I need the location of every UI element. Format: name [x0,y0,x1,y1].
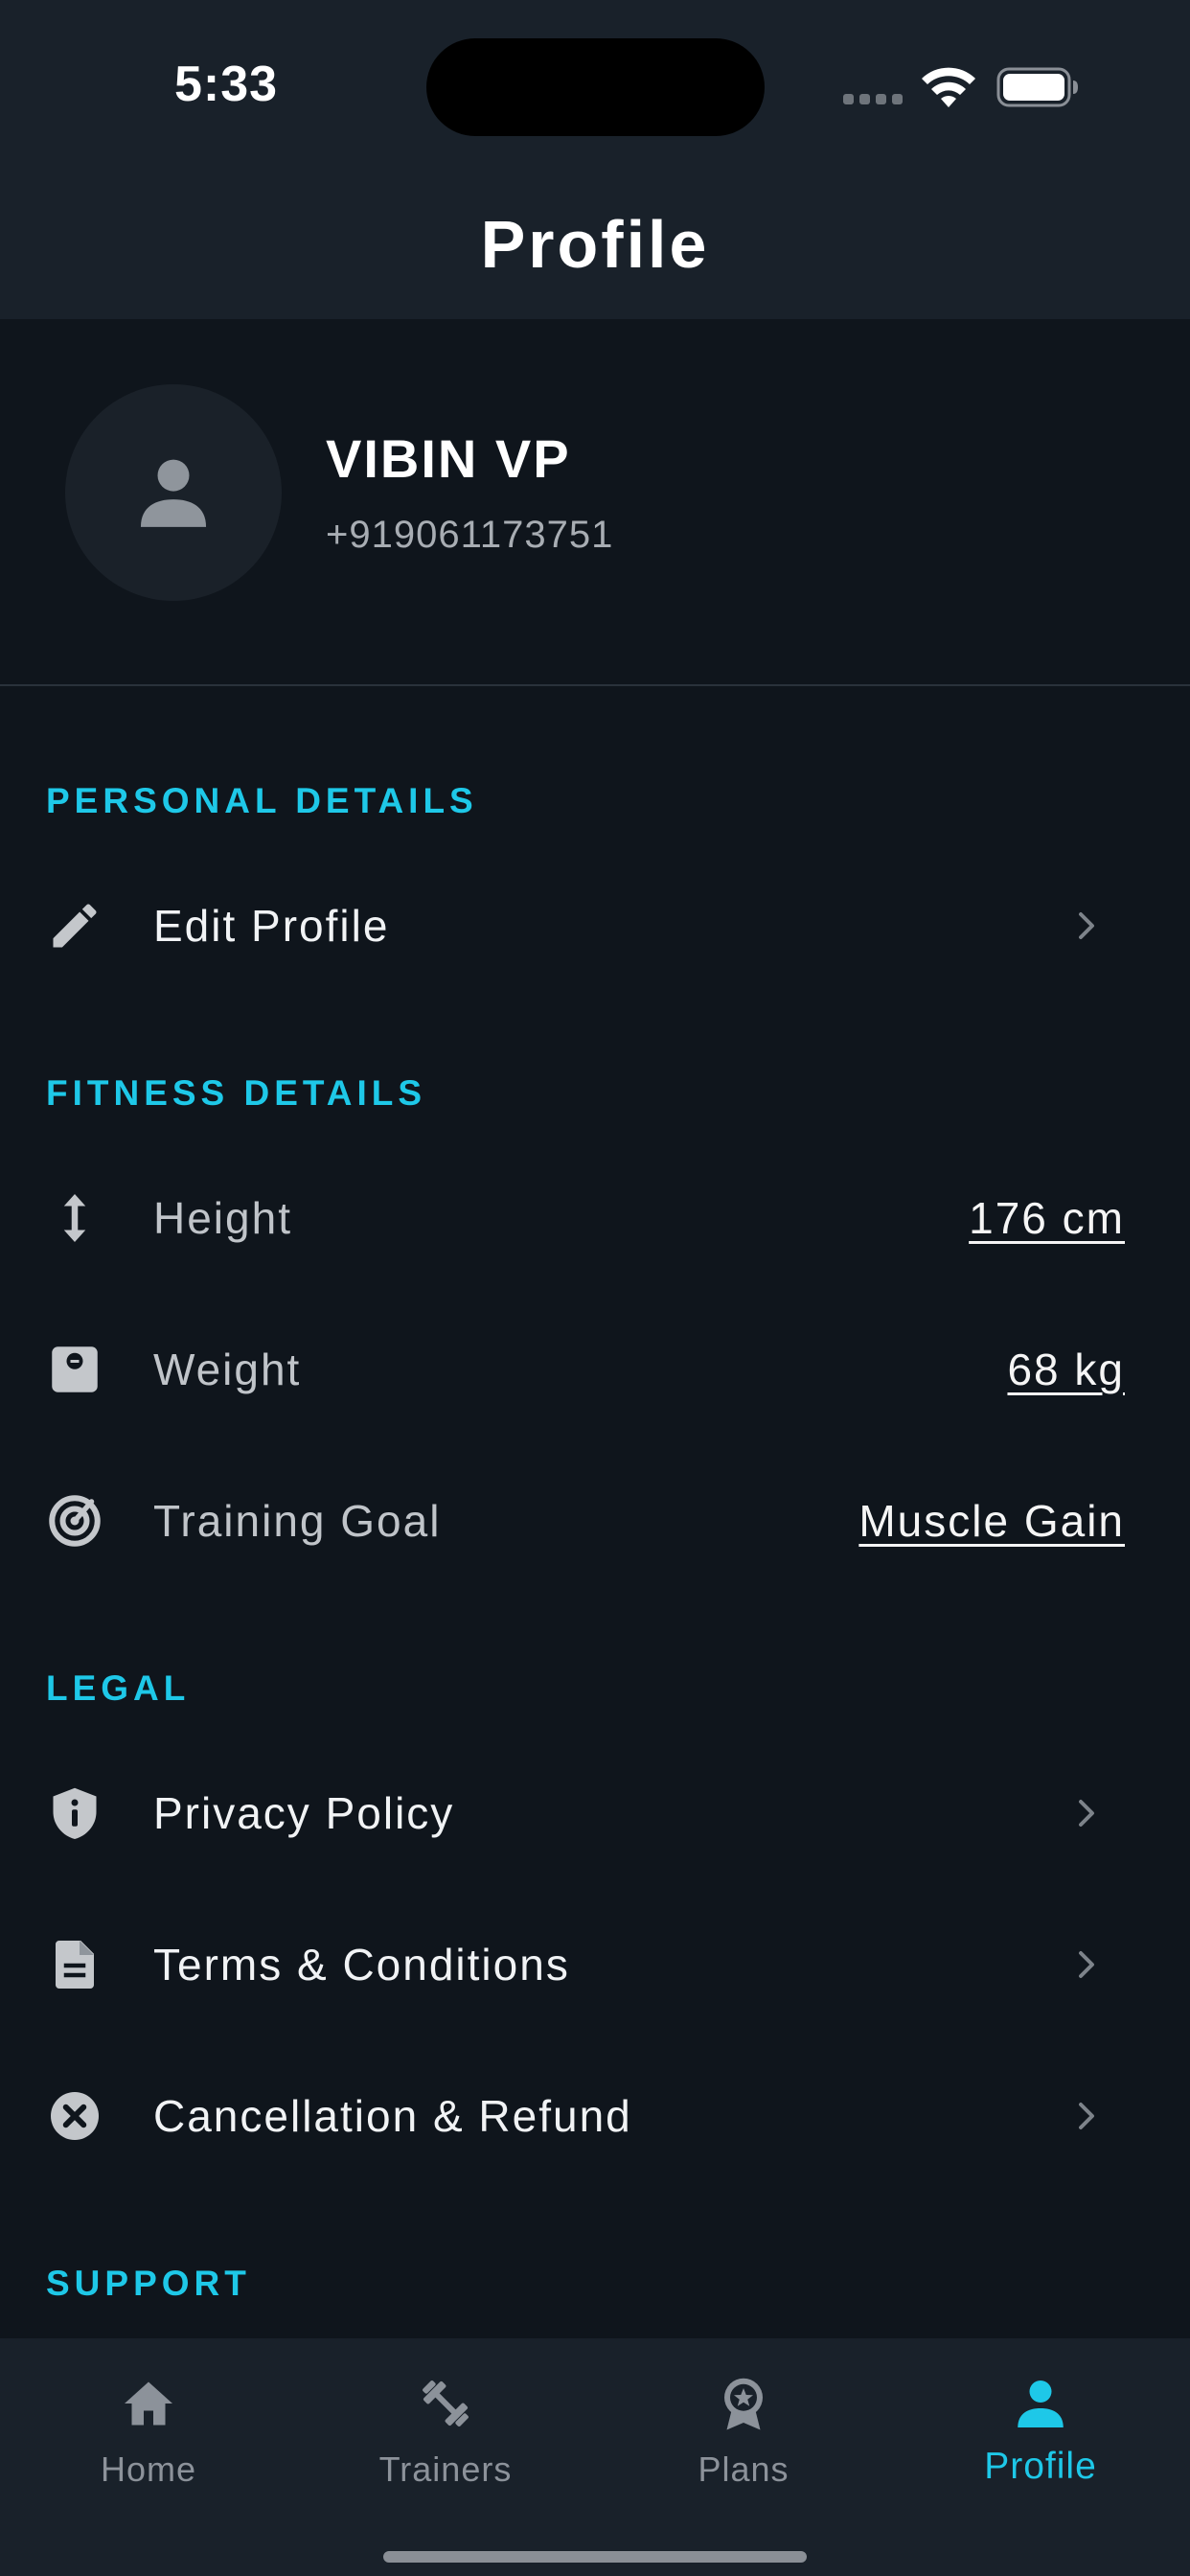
avatar[interactable] [65,384,282,601]
tab-home-label: Home [100,2450,197,2489]
height-label: Height [153,1193,292,1243]
vertical-arrows-icon [63,1194,86,1242]
tab-home[interactable]: Home [53,2358,244,2501]
header-bar: 5:33 Profile [0,0,1190,319]
section-header-support: SUPPORT [46,2264,251,2303]
cellular-signal-icon [843,94,904,105]
dumbbell-icon [423,2380,469,2426]
weight-row[interactable]: Weight 68 kg [0,1312,1190,1427]
edit-profile-label: Edit Profile [153,901,390,951]
profile-screen: 5:33 Profile VIBIN VP +919061173751 PERS [0,0,1190,2576]
section-header-personal: PERSONAL DETAILS [46,781,478,820]
height-value[interactable]: 176 cm [969,1189,1125,1247]
award-badge-icon [724,2378,763,2430]
dynamic-island [426,38,765,136]
profile-card: VIBIN VP +919061173751 [0,319,1190,685]
section-header-legal: LEGAL [46,1668,191,1708]
bottom-tab-bar: Home Trainers Plans Profile [0,2338,1190,2576]
terms-row[interactable]: Terms & Conditions [0,1907,1190,2022]
tab-trainers[interactable]: Trainers [350,2358,541,2501]
tab-trainers-label: Trainers [378,2450,513,2489]
chevron-right-icon [1079,912,1094,939]
tab-profile-label: Profile [984,2446,1097,2487]
cancel-circle-icon [51,2092,99,2140]
privacy-policy-label: Privacy Policy [153,1788,455,1838]
cancellation-refund-row[interactable]: Cancellation & Refund [0,2058,1190,2174]
training-goal-value[interactable]: Muscle Gain [858,1492,1125,1550]
person-icon [140,459,207,527]
training-goal-label: Training Goal [153,1496,442,1546]
scale-icon [52,1346,98,1392]
edit-profile-row[interactable]: Edit Profile [0,868,1190,983]
height-row[interactable]: Height 176 cm [0,1161,1190,1276]
chevron-right-icon [1079,1951,1094,1978]
tab-plans[interactable]: Plans [648,2358,839,2501]
chevron-right-icon [1079,1800,1094,1827]
home-indicator[interactable] [383,2551,807,2563]
tab-profile[interactable]: Profile [945,2358,1136,2501]
weight-value[interactable]: 68 kg [1007,1341,1125,1398]
privacy-policy-row[interactable]: Privacy Policy [0,1756,1190,1871]
section-header-fitness: FITNESS DETAILS [46,1073,427,1113]
battery-icon [996,67,1078,107]
wifi-icon [922,67,975,107]
weight-label: Weight [153,1345,302,1394]
document-icon [56,1941,94,1989]
target-icon [49,1495,101,1547]
training-goal-row[interactable]: Training Goal Muscle Gain [0,1463,1190,1578]
divider [0,684,1190,686]
status-time: 5:33 [174,57,279,112]
cancellation-refund-label: Cancellation & Refund [153,2091,632,2141]
pencil-icon [53,904,97,948]
shield-info-icon [53,1787,97,1839]
home-icon [125,2381,172,2426]
person-icon [1018,2380,1064,2427]
terms-label: Terms & Conditions [153,1940,570,1990]
tab-plans-label: Plans [698,2450,790,2489]
user-phone: +919061173751 [326,514,614,556]
page-title: Profile [480,207,710,282]
chevron-right-icon [1079,2103,1094,2129]
user-name: VIBIN VP [326,428,571,489]
